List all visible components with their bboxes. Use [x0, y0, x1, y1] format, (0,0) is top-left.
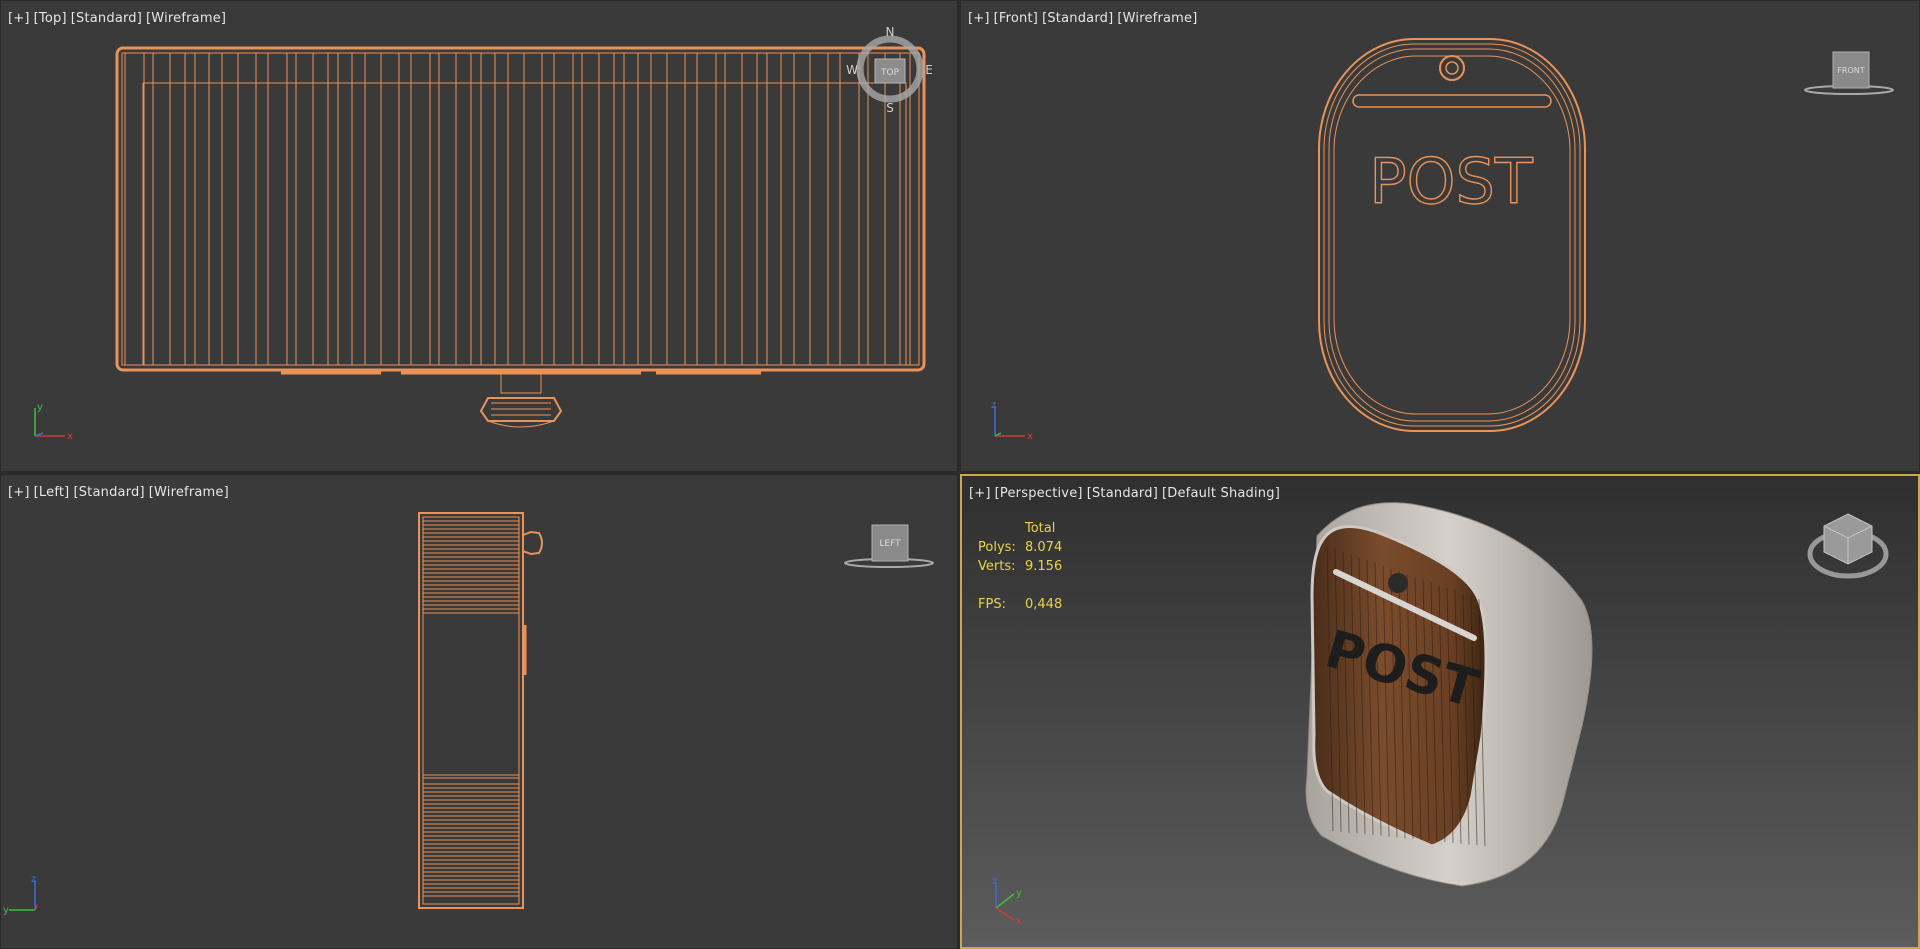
- axis-tripod: z x: [991, 400, 1033, 442]
- svg-text:x: x: [1027, 431, 1033, 442]
- axis-tripod: z y: [3, 874, 38, 916]
- viewport-grid: [+] [Top] [Standard] [Wireframe] TOP N S E …: [0, 0, 1920, 949]
- svg-text:z: z: [992, 876, 997, 887]
- svg-text:y: y: [1016, 888, 1022, 899]
- svg-text:z: z: [991, 400, 996, 411]
- viewport-perspective[interactable]: POST [+] [Perspective] [Standard] [Default …: [960, 474, 1920, 949]
- svg-text:z: z: [31, 874, 36, 885]
- axis-tripod: y x: [34, 402, 73, 442]
- axis-tripod: z y x: [992, 876, 1022, 927]
- svg-text:y: y: [3, 905, 9, 916]
- svg-text:x: x: [1016, 916, 1022, 927]
- viewport-top[interactable]: [+] [Top] [Standard] [Wireframe] TOP N S E …: [0, 0, 958, 472]
- svg-text:y: y: [37, 402, 43, 413]
- viewport-left[interactable]: [+] [Left] [Standard] [Wireframe] LEFT z y: [0, 474, 958, 949]
- svg-text:x: x: [67, 431, 73, 442]
- viewport-front[interactable]: POST [+] [Front] [Standard] [Wireframe] FRO…: [960, 0, 1920, 472]
